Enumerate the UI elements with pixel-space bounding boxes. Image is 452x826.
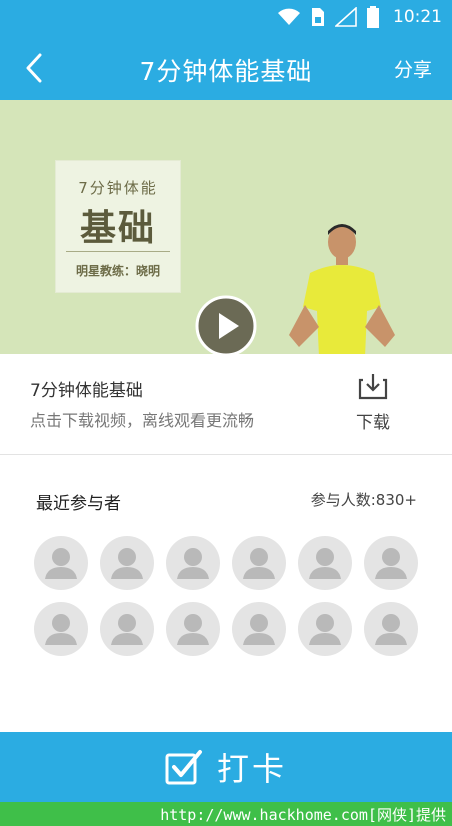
avatar-placeholder-icon[interactable] <box>298 602 352 656</box>
participants-count: 参与人数:830+ <box>310 491 417 509</box>
participants-title: 最近参与者 <box>36 494 121 514</box>
avatar-placeholder-icon[interactable] <box>166 602 220 656</box>
avatar-placeholder-icon[interactable] <box>34 536 88 590</box>
avatar-placeholder-icon[interactable] <box>100 536 154 590</box>
download-icon <box>358 374 388 400</box>
battery-icon <box>367 6 379 28</box>
avatar-placeholder-icon[interactable] <box>232 536 286 590</box>
top-app-bar: 7分钟体能基础 分享 <box>0 34 452 100</box>
trainer-image <box>289 224 395 354</box>
avatar-placeholder-icon[interactable] <box>166 536 220 590</box>
participants-avatar-grid <box>34 536 424 656</box>
watermark-bar: http://www.hackhome.com[网侠]提供 <box>0 802 452 826</box>
video-player[interactable]: 7分钟体能 基础 明星教练：晓明 <box>0 100 452 354</box>
poster-line2: 基础 <box>79 208 156 249</box>
video-download-hint: 点击下载视频，离线观看更流畅 <box>30 411 255 430</box>
watermark-text: http://www.hackhome.com[网侠]提供 <box>160 806 446 824</box>
poster-line1: 7分钟体能 <box>78 179 158 197</box>
avatar-placeholder-icon[interactable] <box>232 602 286 656</box>
play-button[interactable] <box>195 295 257 354</box>
status-time: 10:21 <box>393 7 442 27</box>
avatar-placeholder-icon[interactable] <box>364 536 418 590</box>
video-title: 7分钟体能基础 <box>30 381 143 401</box>
download-button[interactable]: 下载 <box>350 372 396 442</box>
avatar-placeholder-icon[interactable] <box>364 602 418 656</box>
page-title: 7分钟体能基础 <box>139 57 313 86</box>
status-icons: 10:21 <box>277 6 442 28</box>
checkin-label: 打卡 <box>216 750 287 788</box>
wifi-icon <box>278 8 300 25</box>
signal-icon <box>335 7 357 27</box>
download-label: 下载 <box>356 413 390 433</box>
sim-card-icon <box>312 8 324 26</box>
section-divider <box>0 454 452 455</box>
poster-coach: 明星教练：晓明 <box>75 264 160 278</box>
checkin-button[interactable]: 打卡 <box>0 732 452 802</box>
avatar-placeholder-icon[interactable] <box>298 536 352 590</box>
checkbox-checked-icon <box>165 750 202 785</box>
video-poster-card: 7分钟体能 基础 明星教练：晓明 <box>55 160 181 293</box>
avatar-placeholder-icon[interactable] <box>34 602 88 656</box>
share-button[interactable]: 分享 <box>394 55 432 82</box>
poster-divider <box>66 251 170 252</box>
avatar-placeholder-icon[interactable] <box>100 602 154 656</box>
status-bar: 10:21 <box>0 0 452 34</box>
video-info-row: 7分钟体能基础 点击下载视频，离线观看更流畅 下载 <box>0 354 452 454</box>
